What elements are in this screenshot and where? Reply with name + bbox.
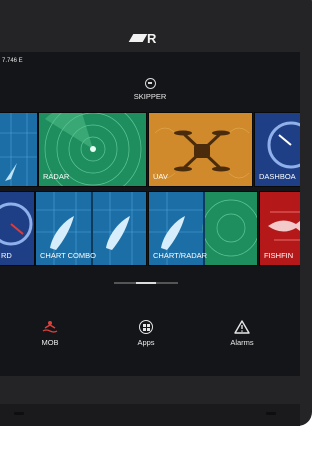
apps-button[interactable]: Apps [116, 320, 176, 347]
logo-slash-icon [128, 34, 148, 42]
app-tile-label: RADAR [43, 172, 70, 181]
profile-name: SKIPPER [133, 92, 167, 101]
app-tile-dashboard-2[interactable]: RD [0, 191, 35, 266]
hardware-button[interactable] [14, 412, 24, 415]
apps-label: Apps [137, 338, 155, 347]
app-tile-label: FISHFIN [264, 251, 294, 260]
hardware-button[interactable] [266, 412, 276, 415]
app-tile-label: CHART COMBO [40, 251, 96, 260]
man-overboard-icon [42, 321, 58, 333]
app-tile-chart-radar[interactable]: CHART/RADAR [148, 191, 258, 266]
coordinate-readout: 7.746 E [2, 58, 23, 64]
alarm-triangle-icon [234, 320, 250, 334]
page-indicator-current [136, 282, 156, 284]
apps-grid-icon [139, 320, 153, 334]
app-tile-chart-combo[interactable]: CHART COMBO [35, 191, 147, 266]
app-tile-navigation[interactable] [0, 112, 38, 187]
steering-wheel-icon [144, 78, 156, 89]
mob-button[interactable]: MOB [20, 320, 80, 347]
app-tile-label: RD [1, 251, 12, 260]
page-indicator[interactable] [114, 282, 178, 284]
logo-letter: R [147, 31, 158, 46]
alarms-label: Alarms [230, 338, 254, 347]
alarms-button[interactable]: Alarms [212, 320, 272, 347]
app-tile-label: CHART/RADAR [153, 251, 208, 260]
app-tile-dashboard[interactable]: DASHBOA [254, 112, 300, 187]
app-tile-label: DASHBOA [259, 172, 296, 181]
mob-label: MOB [41, 338, 59, 347]
brand-logo: R [128, 31, 158, 46]
app-tile-radar[interactable]: RADAR [38, 112, 147, 187]
user-profile[interactable]: SKIPPER [0, 78, 300, 101]
bezel-bottom-edge [0, 404, 300, 426]
app-tile-fishfinder[interactable]: FISHFIN [259, 191, 300, 266]
navigation-chart-icon [0, 113, 37, 186]
home-screen: 7.746 E SKIPPER RADAR UAV DASHBOA RD CHA… [0, 52, 300, 376]
app-tile-uav[interactable]: UAV [148, 112, 253, 187]
app-tile-label: UAV [153, 172, 168, 181]
